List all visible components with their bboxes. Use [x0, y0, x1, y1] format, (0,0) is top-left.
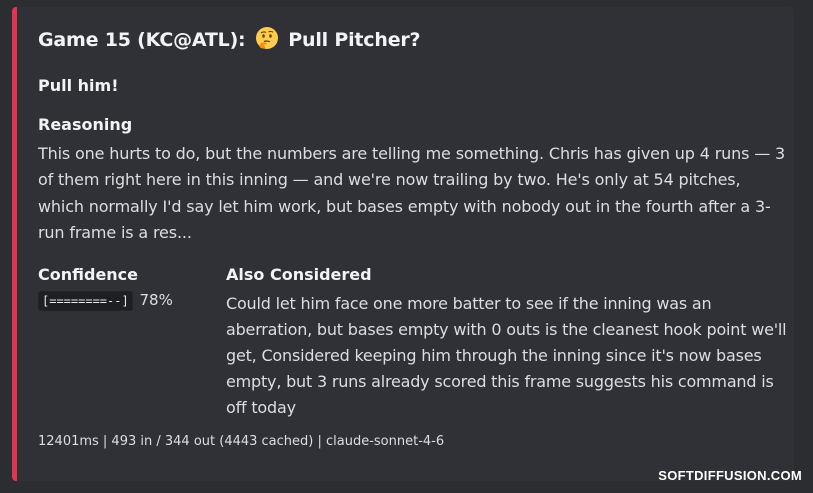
verdict-text: Pull him! — [38, 76, 119, 95]
watermark: SOFTDIFFUSION.COM — [658, 468, 802, 483]
also-considered-label: Also Considered — [226, 265, 372, 284]
reasoning-label: Reasoning — [38, 115, 133, 134]
confidence-bar: [========--] — [38, 291, 133, 311]
embed-card: Game 15 (KC@ATL): Pull Pitcher? Pull him… — [12, 7, 794, 481]
confidence-value: 78% — [139, 291, 173, 309]
embed-footer: 12401ms | 493 in / 344 out (4443 cached)… — [38, 434, 445, 449]
confidence-label: Confidence — [38, 265, 139, 284]
reasoning-text: This one hurts to do, but the numbers ar… — [38, 144, 786, 243]
embed-title: Game 15 (KC@ATL): Pull Pitcher? — [38, 26, 421, 51]
embed-accent-bar — [12, 7, 17, 481]
also-considered-text: Could let him face one more batter to se… — [226, 294, 787, 417]
title-suffix: Pull Pitcher? — [288, 29, 421, 51]
thinking-face-icon — [255, 27, 278, 49]
confidence-row: [========--] 78% — [38, 291, 173, 311]
title-prefix: Game 15 (KC@ATL): — [38, 29, 246, 51]
